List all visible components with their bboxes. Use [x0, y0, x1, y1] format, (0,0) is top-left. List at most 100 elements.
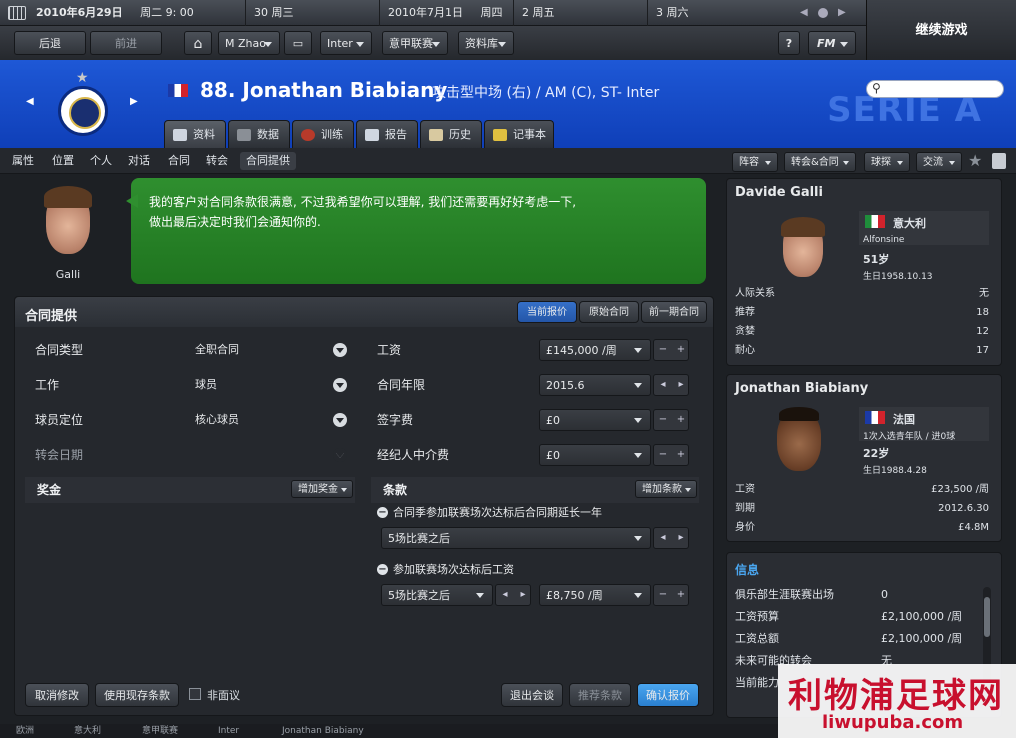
scout-dropdown[interactable]: 球探 [864, 152, 910, 172]
increase-icon[interactable]: ▸ [672, 528, 690, 548]
squad-dropdown[interactable]: 阵容 [732, 152, 778, 172]
subtab-contract-offer[interactable]: 合同提供 [240, 152, 296, 170]
calendar-day[interactable]: 2010年6月29日 周二 9: 00 [36, 0, 246, 26]
clause-option-select[interactable]: 5场比赛之后 [381, 527, 651, 549]
next-player-icon[interactable]: ▶ [130, 96, 138, 107]
breadcrumb-item[interactable]: Jonathan Biabiany [282, 724, 364, 738]
subtab-personal[interactable]: 个人 [90, 152, 112, 170]
suggest-terms-button[interactable]: 推荐条款 [569, 683, 631, 707]
calendar-today-icon[interactable] [818, 8, 828, 18]
prev-player-icon[interactable]: ◀ [26, 96, 34, 107]
job-dropdown-icon[interactable] [333, 378, 347, 392]
clause-wage-stepper[interactable]: − + [653, 584, 689, 606]
notes-icon[interactable] [992, 153, 1006, 169]
contract-type-value[interactable]: 全职合同 [195, 335, 239, 365]
info-row-label: 工资预算 [735, 610, 779, 623]
inbox-button[interactable]: ▭ [284, 31, 312, 55]
tab-profile[interactable]: 资料 [164, 120, 226, 148]
clause-wage-select[interactable]: £8,750 /周 [539, 584, 651, 606]
increase-icon[interactable]: + [672, 585, 690, 605]
scrollbar-thumb[interactable] [984, 597, 990, 637]
decrease-icon[interactable]: − [654, 585, 672, 605]
non-negotiable-checkbox[interactable] [189, 688, 201, 700]
tab-original-contract[interactable]: 原始合同 [579, 301, 639, 323]
club-dropdown[interactable]: Inter [320, 31, 372, 55]
add-clause-button[interactable]: 增加条款 [635, 480, 697, 498]
clause-item[interactable]: 参加联赛场次达标后工资 [377, 560, 514, 580]
calendar-day[interactable]: 30 周三 [254, 0, 380, 26]
home-button[interactable]: ⌂ [184, 31, 212, 55]
leave-talks-button[interactable]: 退出会谈 [501, 683, 563, 707]
calendar-day[interactable]: 2010年7月1日 周四 [388, 0, 514, 26]
increase-icon[interactable]: ▸ [514, 585, 532, 605]
back-button[interactable]: 后退 [14, 31, 86, 55]
decrease-icon[interactable]: − [654, 410, 672, 430]
confirm-offer-button[interactable]: 确认报价 [637, 683, 699, 707]
subtab-contract[interactable]: 合同 [168, 152, 190, 170]
transfer-contract-dropdown[interactable]: 转会&合同 [784, 152, 856, 172]
clause-stepper[interactable]: ◂ ▸ [653, 527, 689, 549]
clause-option-select[interactable]: 5场比赛之后 [381, 584, 493, 606]
italy-flag-icon [865, 215, 885, 228]
decrease-icon[interactable]: − [654, 340, 672, 360]
clause-option-stepper[interactable]: ◂ ▸ [495, 584, 531, 606]
increase-icon[interactable]: + [672, 340, 690, 360]
wage-select[interactable]: £145,000 /周 [539, 339, 651, 361]
subtab-transfer[interactable]: 转会 [206, 152, 228, 170]
squad-status-value[interactable]: 核心球员 [195, 405, 239, 435]
decrease-icon[interactable]: ◂ [496, 585, 514, 605]
decrease-icon[interactable]: − [654, 445, 672, 465]
clause-item[interactable]: 合同季参加联赛场次达标后合同期延长一年 [377, 503, 602, 523]
tab-stats[interactable]: 数据 [228, 120, 290, 148]
job-value[interactable]: 球员 [195, 370, 217, 400]
search-input[interactable]: ⚲ [866, 80, 1004, 98]
decrease-icon[interactable]: ◂ [654, 528, 672, 548]
subtab-attributes[interactable]: 属性 [12, 152, 34, 170]
transfer-date-dropdown-icon[interactable] [333, 448, 347, 462]
subtab-positions[interactable]: 位置 [52, 152, 74, 170]
calendar-day[interactable]: 2 周五 [522, 0, 648, 26]
increase-icon[interactable]: + [672, 410, 690, 430]
tab-reports[interactable]: 报告 [356, 120, 418, 148]
favorite-star-icon[interactable]: ★ [968, 151, 982, 170]
league-dropdown[interactable]: 意甲联赛 [382, 31, 448, 55]
agent-fee-stepper[interactable]: − + [653, 444, 689, 466]
continue-game-button[interactable]: 继续游戏 [866, 0, 1016, 60]
decrease-icon[interactable]: ◂ [654, 375, 672, 395]
breadcrumb-item[interactable]: 欧洲 [16, 724, 34, 738]
add-bonus-button[interactable]: 增加奖金 [291, 480, 353, 498]
add-clause-label: 增加条款 [642, 484, 682, 495]
contract-length-stepper[interactable]: ◂ ▸ [653, 374, 689, 396]
help-button[interactable]: ? [778, 31, 800, 55]
cancel-changes-button[interactable]: 取消修改 [25, 683, 89, 707]
communication-dropdown[interactable]: 交流 [916, 152, 962, 172]
increase-icon[interactable]: ▸ [672, 375, 690, 395]
calendar-day[interactable]: 3 周六 [656, 0, 782, 26]
breadcrumb-item[interactable]: 意大利 [74, 724, 101, 738]
calendar-icon[interactable] [8, 6, 26, 20]
contract-type-dropdown-icon[interactable] [333, 343, 347, 357]
squad-status-dropdown-icon[interactable] [333, 413, 347, 427]
tab-current-offer[interactable]: 当前报价 [517, 301, 577, 323]
signing-fee-select[interactable]: £0 [539, 409, 651, 431]
tab-history[interactable]: 历史 [420, 120, 482, 148]
forward-button[interactable]: 前进 [90, 31, 162, 55]
agent-fee-select[interactable]: £0 [539, 444, 651, 466]
subtab-interaction[interactable]: 对话 [128, 152, 150, 170]
fm-menu-button[interactable]: FM [808, 31, 856, 55]
manager-dropdown[interactable]: M Zhao [218, 31, 280, 55]
breadcrumb-item[interactable]: 意甲联赛 [142, 724, 178, 738]
tab-previous-contract[interactable]: 前一期合同 [641, 301, 707, 323]
contract-length-select[interactable]: 2015.6 [539, 374, 651, 396]
wage-stepper[interactable]: − + [653, 339, 689, 361]
increase-icon[interactable]: + [672, 445, 690, 465]
tab-training[interactable]: 训练 [292, 120, 354, 148]
tab-notebook[interactable]: 记事本 [484, 120, 554, 148]
use-existing-terms-button[interactable]: 使用现存条款 [95, 683, 179, 707]
signing-fee-stepper[interactable]: − + [653, 409, 689, 431]
player-card-name: Jonathan Biabiany [735, 381, 869, 396]
database-dropdown[interactable]: 资料库 [458, 31, 514, 55]
breadcrumb-item[interactable]: Inter [218, 724, 239, 738]
calendar-next-icon[interactable]: ▶ [838, 7, 846, 18]
calendar-prev-icon[interactable]: ◀ [800, 7, 808, 18]
